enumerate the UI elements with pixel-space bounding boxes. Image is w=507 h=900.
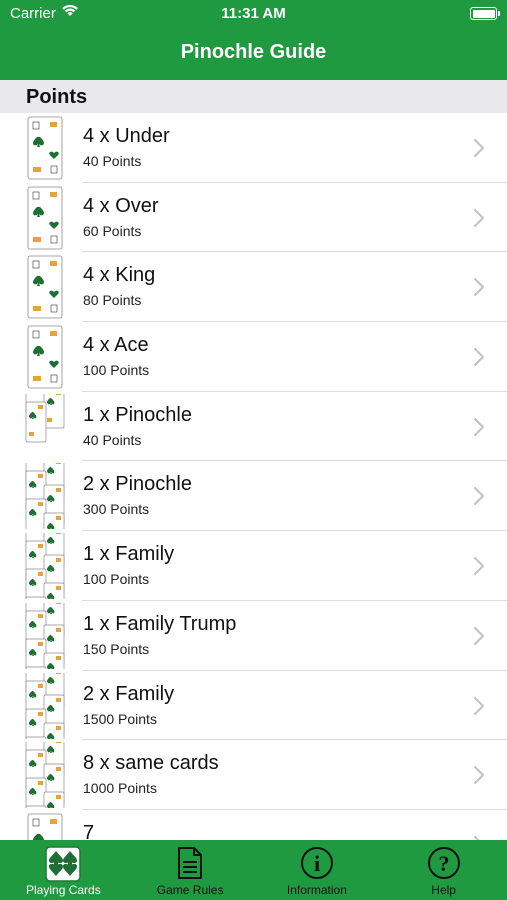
list-item-subtitle: 100 Points (83, 362, 150, 379)
tab-playing-cards[interactable]: Playing Cards (0, 840, 127, 900)
list-item[interactable]: 4 x Over 60 Points (0, 182, 507, 253)
list-item[interactable]: 2 x Family 1500 Points (0, 652, 507, 791)
list-item-subtitle: 60 Points (83, 222, 142, 239)
card-thumbnail (25, 373, 65, 460)
chevron-right-icon (473, 556, 485, 576)
list-item-title: 2 x Pinochle (83, 473, 192, 496)
card-thumbnail (25, 443, 65, 554)
tab-label: Playing Cards (26, 883, 101, 897)
card-thumbnail (25, 812, 65, 840)
tab-help[interactable]: ? Help (380, 840, 507, 900)
help-icon: ? (427, 846, 461, 885)
list-item-title: 8 x same cards (83, 752, 219, 775)
list-item-title: 1 x Pinochle (83, 403, 192, 426)
document-icon (176, 846, 204, 885)
list-item[interactable]: 8 x same cards 1000 Points (0, 721, 507, 840)
chevron-right-icon (473, 347, 485, 367)
list-item-subtitle: 80 Points (83, 292, 142, 309)
card-thumbnail (25, 185, 65, 251)
chevron-right-icon (473, 765, 485, 785)
list-item[interactable]: 4 x Under 40 Points (0, 113, 507, 183)
battery-icon (470, 7, 500, 20)
list-item-title: 4 x King (83, 264, 156, 287)
card-thumbnail (25, 721, 65, 840)
svg-text:?: ? (438, 851, 449, 876)
list-item[interactable]: 2 x Pinochle 300 Points (0, 443, 507, 554)
tab-information[interactable]: i Information (254, 840, 381, 900)
tab-bar: Playing Cards Game Rules i Information ?… (0, 840, 507, 900)
list-item-subtitle: 100 Points (83, 571, 150, 588)
card-thumbnail (25, 652, 65, 791)
chevron-right-icon (473, 696, 485, 716)
chevron-right-icon (473, 417, 485, 437)
section-header-points: Points (0, 80, 507, 113)
list-item-subtitle: 1000 Points (83, 780, 157, 797)
chevron-right-icon (473, 626, 485, 646)
tab-label: Game Rules (156, 883, 224, 897)
chevron-right-icon (473, 208, 485, 228)
card-thumbnail (25, 115, 65, 181)
list-item-subtitle: 1500 Points (83, 710, 157, 727)
list-item-title: 4 x Under (83, 125, 170, 147)
card-thumbnail (25, 324, 65, 390)
list-item-title: 2 x Family (83, 682, 175, 705)
list-item[interactable]: 1 x Pinochle 40 Points (0, 373, 507, 462)
list-item-title: 4 x Over (83, 194, 159, 217)
list-item-subtitle: 150 Points (83, 640, 150, 657)
info-icon: i (300, 846, 334, 885)
tab-label: Help (431, 883, 456, 897)
list-item[interactable]: 7 (0, 809, 507, 840)
points-list[interactable]: 4 x Under 40 Points 4 x Over 60 Points 4… (0, 113, 507, 840)
list-item-title: 1 x Family Trump (83, 612, 237, 635)
list-item[interactable]: 4 x Ace 100 Points (0, 322, 507, 392)
list-item-title: 4 x Ace (83, 334, 149, 357)
status-bar: Carrier 11:31 AM (0, 0, 507, 28)
card-thumbnail (25, 512, 65, 638)
page-title: Pinochle Guide (180, 41, 327, 63)
chevron-right-icon (473, 486, 485, 506)
list-item-subtitle: 300 Points (83, 501, 150, 518)
svg-text:i: i (314, 851, 320, 876)
chevron-right-icon (473, 277, 485, 297)
list-item[interactable]: 1 x Family 100 Points (0, 512, 507, 638)
card-thumbnail (25, 582, 65, 708)
list-item-subtitle: 40 Points (83, 153, 142, 169)
tab-game-rules[interactable]: Game Rules (127, 840, 254, 900)
list-item[interactable]: 1 x Family Trump 150 Points (0, 582, 507, 708)
list-item-subtitle: 40 Points (83, 431, 142, 448)
list-item[interactable]: 4 x King 80 Points (0, 252, 507, 323)
status-time: 11:31 AM (221, 5, 286, 22)
list-item-title: 7 (83, 821, 95, 840)
tab-label: Information (286, 883, 347, 897)
list-item-title: 1 x Family (83, 543, 175, 566)
navigation-bar: Pinochle Guide (0, 28, 507, 80)
chevron-right-icon (473, 138, 485, 158)
playing-cards-icon (45, 846, 82, 887)
card-thumbnail (25, 254, 65, 320)
